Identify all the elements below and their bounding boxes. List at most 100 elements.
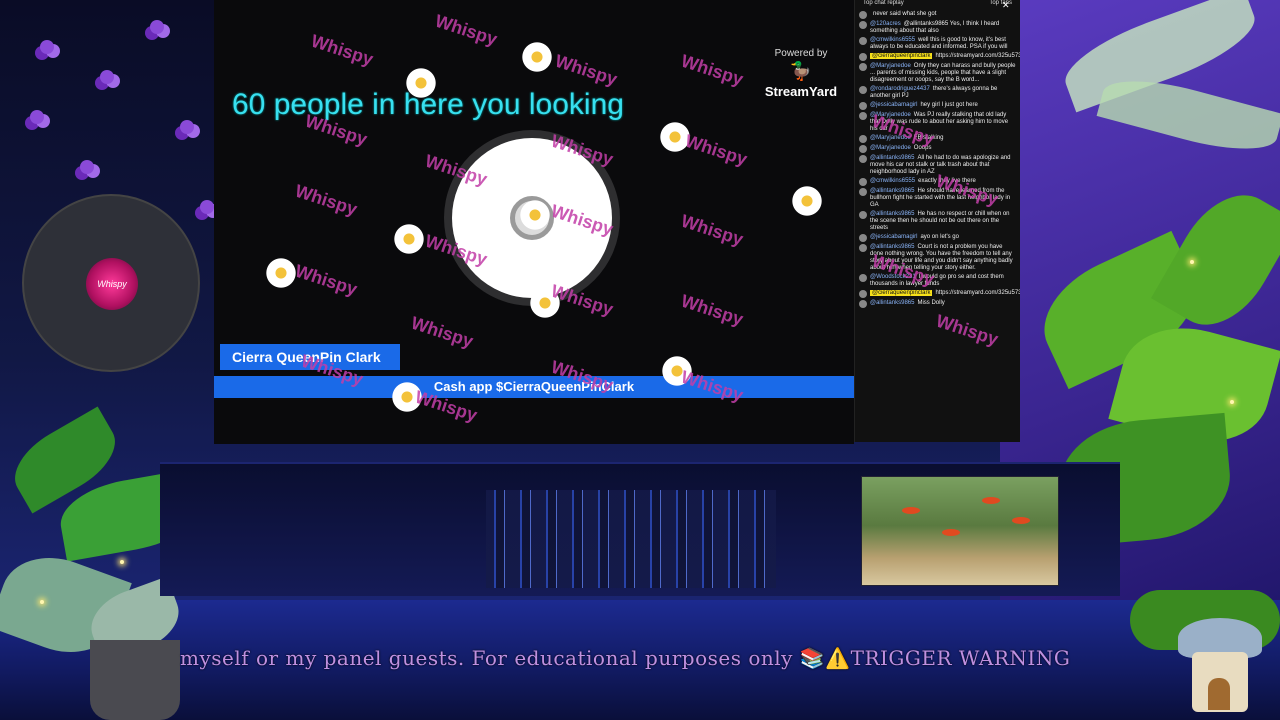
chat-message: @jessicabamagirl ayo on let's go: [855, 233, 1020, 243]
cashapp-banner: Cash app $CierraQueenPinClark: [214, 376, 854, 398]
chat-message-body: @allintanks9865 Miss Dolly: [870, 300, 945, 308]
watermark: Whispy: [408, 312, 476, 352]
chat-avatar: [859, 211, 867, 219]
chat-message: @cierraqueenpinclark https://streamyard.c…: [855, 52, 1020, 62]
chat-text: https://streamyard.com/325u573fxv: [935, 290, 1020, 296]
daisy-overlay: [264, 256, 298, 290]
daisy-overlay: [518, 198, 552, 232]
stream-scene: 60 people in here you looking Powered by…: [0, 0, 1280, 720]
chat-author[interactable]: @allintanks9865: [870, 155, 914, 161]
chat-header: Top chat replay Top fans: [855, 0, 1020, 10]
chat-message: @Woodstock231 I would go pro se and cost …: [855, 273, 1020, 289]
watermark: Whispy: [292, 180, 360, 220]
streamyard-logo-icon: 🦆: [789, 61, 813, 81]
stream-screen: 60 people in here you looking Powered by…: [214, 0, 854, 444]
chat-author[interactable]: @jessicabamagirl: [870, 102, 917, 108]
watermark: Whispy: [292, 260, 360, 300]
chat-avatar: [859, 244, 867, 252]
chat-message-body: @cierraqueenpinclark https://streamyard.c…: [870, 53, 1020, 61]
flower: [40, 40, 54, 54]
ticker-text: myself or my panel guests. For education…: [180, 646, 1071, 670]
streamyard-brand: StreamYard: [764, 84, 838, 99]
chat-author[interactable]: @cierraqueenpinclark: [870, 53, 933, 59]
chat-avatar: [859, 188, 867, 196]
chat-author[interactable]: @rondarodriguez4437: [870, 86, 930, 92]
fairy-light: [40, 600, 44, 604]
chat-author[interactable]: @Maryjanedoe: [870, 63, 911, 69]
watermark: Whispy: [552, 50, 620, 90]
chat-message: @Maryjanedoe Ooops: [855, 144, 1020, 154]
chat-text: hey girl I just got here: [920, 102, 978, 108]
chat-author[interactable]: @allintanks9865: [870, 211, 914, 217]
chat-message: @jessicabamagirl hey girl I just got here: [855, 101, 1020, 111]
chat-message: @cierraqueenpinclark https://streamyard.c…: [855, 289, 1020, 299]
chat-message-body: @jessicabamagirl hey girl I just got here: [870, 102, 978, 110]
chat-author[interactable]: @allintanks9865: [870, 300, 914, 306]
chat-avatar: [859, 155, 867, 163]
flower: [180, 120, 194, 134]
daisy-overlay: [404, 66, 438, 100]
chat-message-body: @cmwilkins6555 well this is good to know,…: [870, 37, 1016, 51]
fish: [902, 507, 920, 514]
chat-panel[interactable]: Top chat replay Top fans never said what…: [854, 0, 1020, 442]
watermark: Whispy: [678, 290, 746, 330]
chat-avatar: [859, 135, 867, 143]
chat-text: never said what she got: [873, 11, 937, 17]
chat-avatar: [859, 21, 867, 29]
close-icon[interactable]: ✕: [1002, 0, 1270, 11]
whispy-logo: Whispy: [86, 258, 138, 310]
chat-text: https://streamyard.com/325u573fxv: [935, 53, 1020, 59]
chat-message-body: @jessicabamagirl ayo on let's go: [870, 234, 959, 242]
fish: [1012, 517, 1030, 524]
chat-message: @allintanks9865 He has no respect or chil…: [855, 210, 1020, 233]
chat-message: @allintanks9865 Miss Dolly: [855, 299, 1020, 309]
chat-author[interactable]: @Maryjanedoe: [870, 145, 911, 151]
chat-author[interactable]: @cmwilkins6555: [870, 37, 915, 43]
chat-author[interactable]: @cmwilkins6555: [870, 178, 915, 184]
chat-header-replay[interactable]: Top chat replay: [863, 0, 904, 10]
watermark: Whispy: [933, 310, 1001, 350]
flower: [80, 160, 94, 174]
fairy-light: [1230, 400, 1234, 404]
watermark: Whispy: [308, 30, 376, 70]
chat-message-body: @allintanks9865 He has no respect or chil…: [870, 211, 1016, 232]
chat-message-body: @cierraqueenpinclark https://streamyard.c…: [870, 290, 1020, 298]
mushroom-house: [1178, 618, 1262, 714]
fairy-light: [120, 560, 124, 564]
watermark: Whispy: [682, 130, 750, 170]
chat-avatar: [859, 63, 867, 71]
daisy-overlay: [392, 222, 426, 256]
flower: [150, 20, 164, 34]
chat-author[interactable]: @allintanks9865: [870, 244, 914, 250]
chat-avatar: [859, 300, 867, 308]
chat-author[interactable]: @cierraqueenpinclark: [870, 290, 933, 296]
chat-avatar: [859, 290, 867, 298]
aquarium: [861, 476, 1059, 586]
chat-text: ayo on let's go: [920, 234, 959, 240]
fish: [982, 497, 1000, 504]
chat-author[interactable]: @jessicabamagirl: [870, 234, 917, 240]
chat-message: @allintanks9865 All he had to do was apol…: [855, 154, 1020, 177]
chat-message: @rondarodriguez4437 there's always gonna …: [855, 85, 1020, 101]
watermark: Whispy: [678, 366, 746, 406]
chat-avatar: [859, 234, 867, 242]
watermark: Whispy: [678, 210, 746, 250]
camera-bubble: Whispy: [22, 194, 200, 372]
chat-message: never said what she got: [855, 10, 1020, 20]
fish: [942, 529, 960, 536]
bookshelf: [486, 490, 776, 588]
scrolling-ticker: myself or my panel guests. For education…: [160, 640, 1140, 680]
chat-message-body: @120acres @allintanks9865 Yes, I think I …: [870, 21, 1016, 35]
chat-avatar: [859, 112, 867, 120]
streamyard-badge: Powered by 🦆 StreamYard: [756, 48, 846, 99]
chat-message-body: @rondarodriguez4437 there's always gonna …: [870, 86, 1016, 100]
chat-message: @120acres @allintanks9865 Yes, I think I …: [855, 20, 1020, 36]
watermark: Whispy: [432, 10, 500, 50]
chat-avatar: [859, 86, 867, 94]
chat-author[interactable]: @allintanks9865: [870, 188, 914, 194]
chat-avatar: [859, 11, 867, 19]
chat-avatar: [859, 178, 867, 186]
chat-author[interactable]: @120acres: [870, 21, 901, 27]
mushroom-door: [1208, 678, 1230, 710]
fairy-light: [1190, 260, 1194, 264]
